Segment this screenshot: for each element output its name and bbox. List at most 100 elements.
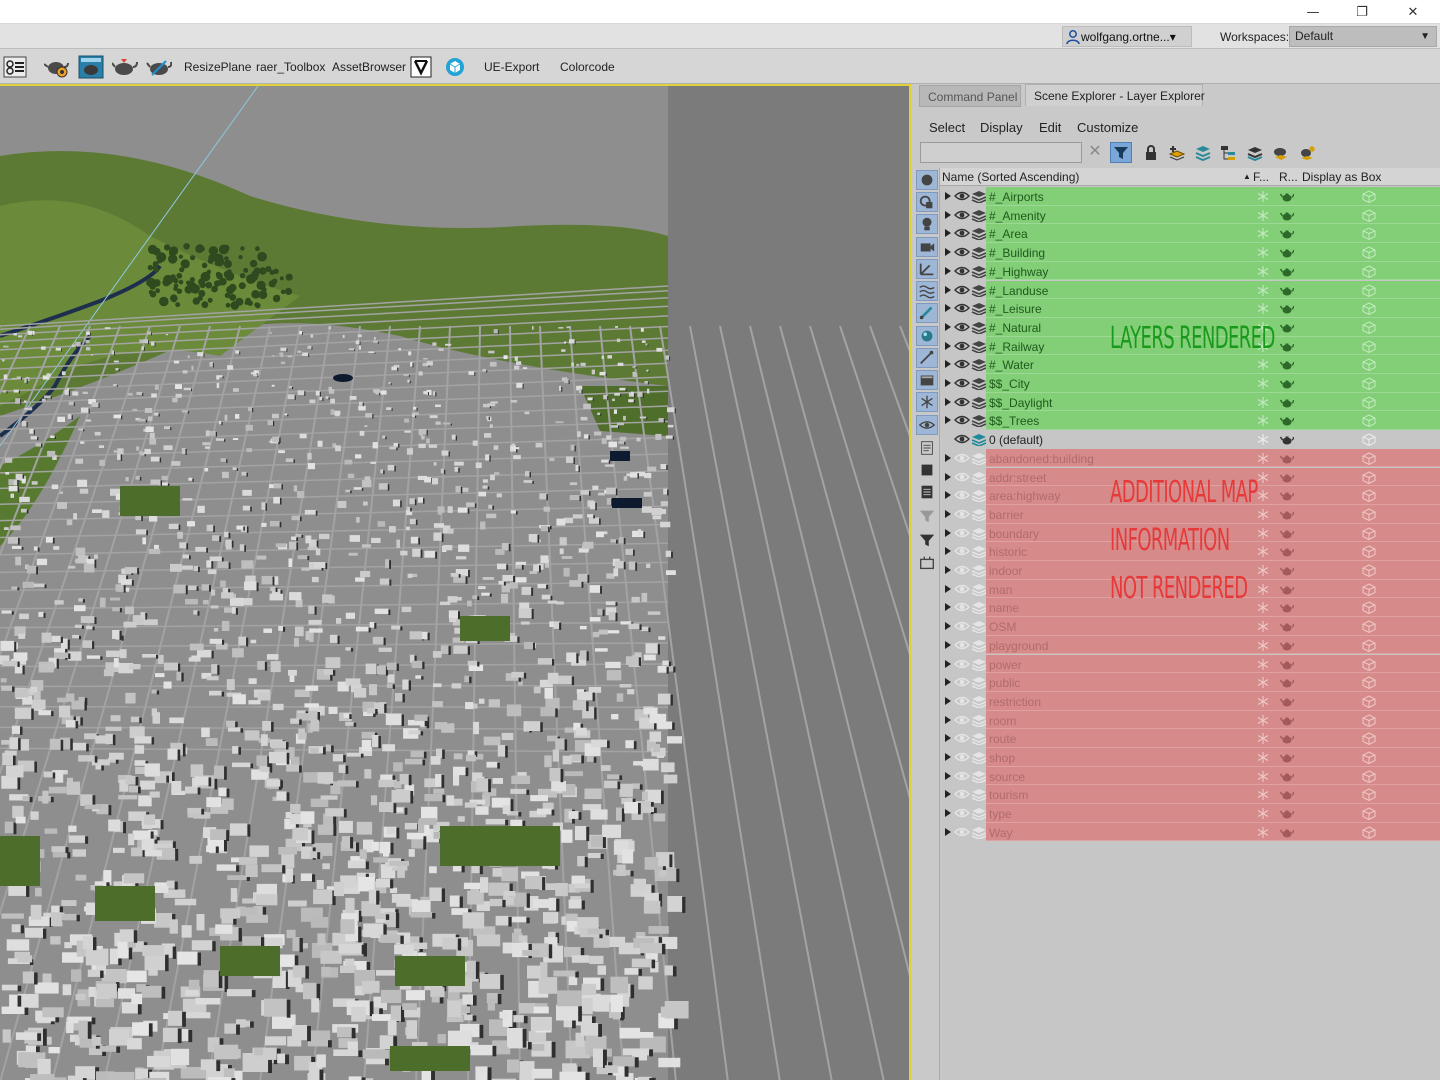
layer-row-trees[interactable]: $$_Trees: [940, 411, 1440, 431]
3d-viewport[interactable]: [0, 84, 911, 1080]
visibility-eye-icon[interactable]: [954, 265, 970, 277]
visibility-eye-icon[interactable]: [954, 302, 970, 314]
layer-name-cell[interactable]: abandoned:building: [986, 448, 1440, 468]
layer-name-cell[interactable]: $$_Daylight: [986, 392, 1440, 412]
display-box-icon[interactable]: [1362, 452, 1376, 465]
expand-arrow-icon[interactable]: [945, 753, 951, 761]
toolbar-colorcode[interactable]: Colorcode: [560, 60, 615, 74]
display-box-icon[interactable]: [1362, 265, 1376, 278]
display-box-icon[interactable]: [1362, 657, 1376, 671]
render-teapot-icon[interactable]: [1279, 751, 1295, 764]
layer-row-tourism[interactable]: tourism: [940, 785, 1440, 805]
visibility-eye-icon[interactable]: [954, 732, 970, 744]
display-box-icon[interactable]: [1362, 433, 1376, 447]
expand-arrow-icon[interactable]: [945, 416, 951, 425]
camera-icon[interactable]: [916, 237, 938, 257]
hierarchy-icon[interactable]: [1218, 142, 1240, 163]
layer-row-city[interactable]: $$_City: [940, 374, 1440, 393]
display-box-icon[interactable]: [1362, 676, 1376, 690]
render-teapot-icon[interactable]: [1279, 714, 1295, 727]
visibility-eye-icon[interactable]: [954, 788, 970, 800]
visibility-eye-icon[interactable]: [954, 377, 970, 389]
hidden-eye-icon[interactable]: [916, 415, 938, 435]
freeze-snowflake-icon[interactable]: [1256, 620, 1270, 633]
collapse-icon[interactable]: [916, 553, 938, 573]
bone-icon[interactable]: [916, 303, 938, 323]
freeze-snowflake-icon[interactable]: [1256, 209, 1270, 222]
expand-arrow-icon[interactable]: [945, 622, 951, 631]
render-teapot-icon[interactable]: [1279, 564, 1295, 577]
display-box-icon[interactable]: [1362, 527, 1376, 540]
display-box-icon[interactable]: [1362, 321, 1376, 334]
visibility-eye-icon[interactable]: [954, 826, 970, 838]
expand-arrow-icon[interactable]: [945, 715, 951, 724]
display-box-icon[interactable]: [1362, 601, 1376, 615]
render-teapot-icon[interactable]: [1279, 545, 1295, 558]
layer-row-shop[interactable]: shop: [940, 748, 1440, 767]
render-frame-teapot-icon[interactable]: [78, 54, 104, 79]
layer-row-way[interactable]: Way: [940, 822, 1440, 842]
display-box-icon[interactable]: [1362, 396, 1376, 409]
restore-button[interactable]: ❐: [1339, 0, 1385, 24]
layer-row-abandoned-building[interactable]: abandoned:building: [940, 448, 1440, 468]
render-teapot-icon[interactable]: [1279, 489, 1295, 502]
display-box-icon[interactable]: [1362, 489, 1376, 503]
render-teapot-icon[interactable]: [1279, 265, 1295, 278]
cube-export-icon[interactable]: [442, 54, 468, 79]
menu-display[interactable]: Display: [980, 120, 1023, 135]
expand-arrow-icon[interactable]: [945, 266, 951, 275]
layer-row-daylight[interactable]: $$_Daylight: [940, 392, 1440, 412]
display-box-icon[interactable]: [1362, 470, 1376, 484]
user-account-button[interactable]: wolfgang.ortne...▾: [1062, 26, 1192, 47]
visibility-eye-icon[interactable]: [954, 508, 970, 520]
display-box-icon[interactable]: [1362, 714, 1376, 727]
display-box-icon[interactable]: [1362, 732, 1376, 746]
lock-icon[interactable]: [1140, 142, 1162, 163]
freeze-snowflake-icon[interactable]: [1256, 583, 1270, 596]
visibility-eye-icon[interactable]: [954, 527, 970, 539]
geometry-sphere-icon[interactable]: [916, 170, 938, 190]
display-box-icon[interactable]: [1362, 227, 1376, 241]
layer-name-cell[interactable]: #_Leisure: [986, 299, 1440, 318]
display-box-icon[interactable]: [1362, 209, 1376, 222]
expand-arrow-icon[interactable]: [945, 248, 951, 257]
display-box-icon[interactable]: [1362, 564, 1376, 578]
render-teapot-icon[interactable]: [1279, 527, 1295, 540]
freeze-snowflake-icon[interactable]: [1256, 302, 1270, 315]
render-teapot-icon[interactable]: [1279, 658, 1295, 671]
visibility-eye-icon[interactable]: [954, 471, 970, 483]
render-teapot-icon[interactable]: [1279, 620, 1295, 633]
display-box-icon[interactable]: [1362, 190, 1376, 204]
frozen-icon[interactable]: [916, 392, 938, 412]
freeze-snowflake-icon[interactable]: [1256, 284, 1270, 297]
expand-arrow-icon[interactable]: [945, 827, 951, 836]
helper-icon[interactable]: [916, 259, 938, 279]
column-display-as-box-header[interactable]: Display as Box: [1302, 170, 1381, 184]
render-teapot-icon[interactable]: [1279, 321, 1295, 334]
layer-name-cell[interactable]: power: [986, 654, 1440, 674]
expand-arrow-icon[interactable]: [945, 397, 951, 406]
layer-name-cell[interactable]: source: [986, 766, 1440, 786]
scene-list-icon[interactable]: [2, 54, 28, 79]
visibility-eye-icon[interactable]: [954, 190, 970, 202]
freeze-snowflake-icon[interactable]: [1256, 545, 1270, 558]
visibility-eye-icon[interactable]: [954, 620, 970, 632]
visibility-eye-icon[interactable]: [954, 658, 970, 670]
teapot-gear-icon[interactable]: [44, 54, 70, 79]
layer-name-cell[interactable]: #_Area: [986, 224, 1440, 244]
render-teapot-icon[interactable]: [1279, 190, 1295, 203]
freeze-snowflake-icon[interactable]: [1256, 227, 1270, 240]
visibility-eye-icon[interactable]: [954, 489, 970, 501]
freeze-snowflake-icon[interactable]: [1256, 190, 1270, 203]
light-bulb-icon[interactable]: [916, 214, 938, 234]
layer-name-cell[interactable]: tourism: [986, 785, 1440, 805]
layer-name-cell[interactable]: #_Building: [986, 243, 1440, 262]
layer-row-playground[interactable]: playground: [940, 635, 1440, 655]
container-icon[interactable]: [916, 370, 938, 390]
layer-name-cell[interactable]: #_Water: [986, 355, 1440, 374]
expand-arrow-icon[interactable]: [945, 360, 951, 369]
particle-icon[interactable]: [916, 326, 938, 346]
expand-arrow-icon[interactable]: [945, 491, 951, 500]
render-teapot-icon[interactable]: [1279, 601, 1295, 614]
toolbar-resizeplane[interactable]: ResizePlane: [184, 60, 251, 74]
